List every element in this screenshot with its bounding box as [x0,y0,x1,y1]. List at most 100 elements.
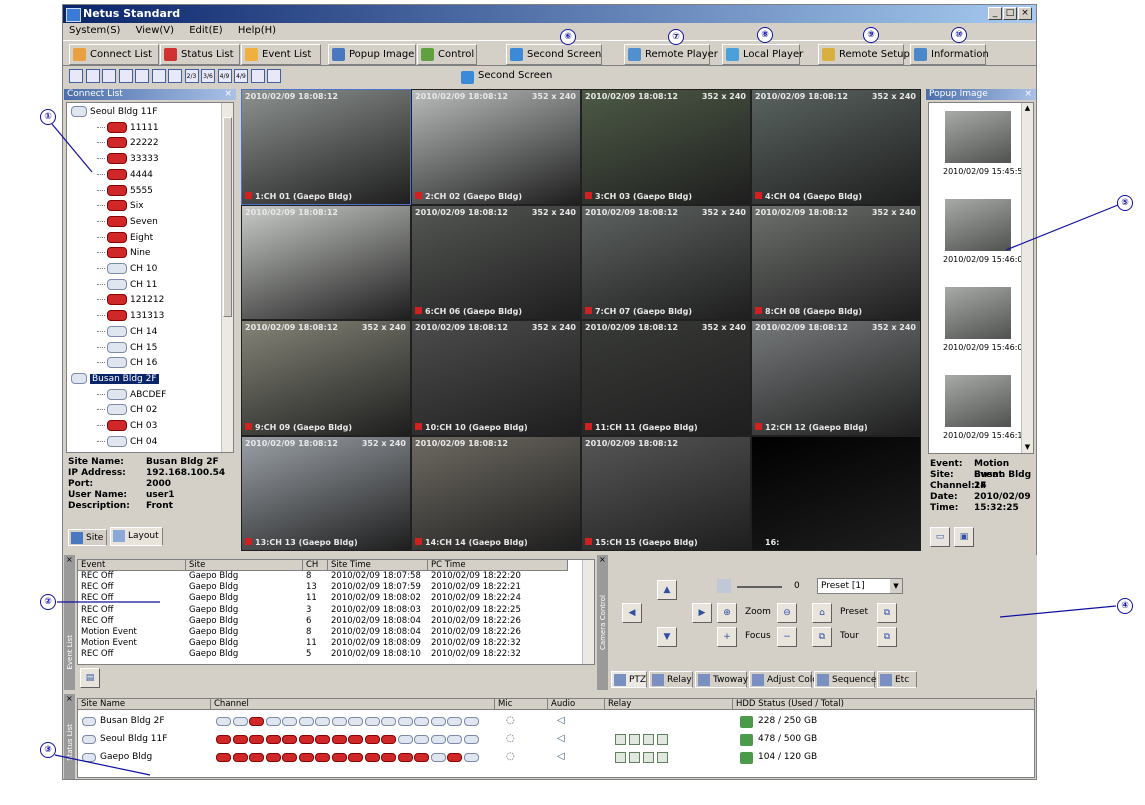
video-cell-11[interactable]: 2010/02/09 18:08:12 352 x 240 11:CH 11 (Ga… [581,320,751,436]
status-table[interactable]: Site Name Channel Mic Audio Relay HDD Status … [77,698,1035,778]
video-cell-15[interactable]: 2010/02/09 18:08:12 15:CH 15 (Gaepo Bldg) [581,435,751,551]
ptz-camera-icon[interactable] [381,753,396,762]
menu-view[interactable]: View(V) [130,23,180,38]
focus-far-button[interactable]: − [777,627,797,647]
video-cell-12[interactable]: 2010/02/09 18:08:12 352 x 240 12:CH 12 (Ga… [751,320,921,436]
ptz-camera-icon[interactable] [348,753,363,762]
camera-icon[interactable] [430,735,446,744]
site-node[interactable]: Busan Bldg 2F [71,372,159,387]
control-button[interactable]: Control [417,44,477,65]
status-header-4[interactable]: Audio [548,699,605,710]
layout-button-12[interactable] [250,69,265,83]
camera-icon[interactable] [364,717,380,726]
ptz-camera-icon[interactable] [414,753,429,762]
layout-button-5[interactable] [135,69,149,83]
site-node[interactable]: Seoul Bldg 11F [71,105,157,120]
channel-node[interactable]: CH 14 [97,325,157,340]
layout-button-3[interactable] [102,69,116,83]
camera-icon[interactable] [298,717,314,726]
camera-control-handle[interactable]: × Camera Control [597,555,608,690]
speaker-icon[interactable]: ◁ [557,715,565,726]
channel-node[interactable]: 121212 [97,293,164,308]
camera-icon[interactable] [430,753,446,762]
camera-icon[interactable] [282,717,297,726]
ptz-camera-icon[interactable] [315,753,330,762]
status-row[interactable]: Seoul Bldg 11F ◌ ◁ 478 / 500 GB [78,732,1028,748]
popup-thumbnail[interactable] [945,375,1011,427]
speed-slider[interactable] [737,586,782,588]
ptz-down-button[interactable]: ▼ [657,627,677,647]
channel-node[interactable]: CH 03 [97,419,157,434]
layout-button-4[interactable] [118,69,133,83]
preset-select[interactable]: Preset [1] ▼ [817,578,903,594]
ptz-camera-icon[interactable] [265,735,281,744]
layout-button-8[interactable]: 2/3 [184,69,199,83]
layout-button-6[interactable] [151,69,166,83]
tab-layout[interactable]: Layout [110,527,163,546]
ptz-camera-icon[interactable] [216,753,231,762]
relay-icon[interactable] [615,752,626,763]
relay-icon[interactable] [615,734,626,745]
scroll-down-icon[interactable]: ▼ [1023,443,1032,452]
camera-icon[interactable] [397,717,413,726]
status-header-5[interactable]: Relay [605,699,733,710]
tab-ptz[interactable]: PTZ [611,671,647,688]
relay-icon[interactable] [629,752,640,763]
camera-icon[interactable] [447,717,462,726]
relay-icon[interactable] [657,734,668,745]
ptz-camera-icon[interactable] [249,753,264,762]
ptz-camera-icon[interactable] [232,735,248,744]
ptz-camera-icon[interactable] [249,717,264,726]
event-table[interactable]: Event Site CH Site Time PC Time REC Off Gaepo… [77,559,595,665]
camera-icon[interactable] [381,717,396,726]
ptz-camera-icon[interactable] [348,735,363,744]
tour-set-button[interactable]: ⧉ [877,627,897,647]
ptz-camera-icon[interactable] [282,735,297,744]
ptz-camera-icon[interactable] [331,753,347,762]
ptz-camera-icon[interactable] [331,735,347,744]
second-screen-bar-button[interactable]: Second Screen [458,68,552,86]
tab-site[interactable]: Site [68,529,108,546]
video-cell-3[interactable]: 2010/02/09 18:08:12 352 x 240 3:CH 03 (Gae… [581,89,751,205]
ptz-camera-icon[interactable] [447,753,462,762]
tree-scrollbar[interactable] [221,103,233,452]
tab-twoway[interactable]: Twoway [695,671,748,688]
tab-sequence[interactable]: Sequence [814,671,876,688]
close-icon[interactable]: × [66,555,73,564]
channel-node[interactable]: 5555 [97,184,153,199]
event-header-5[interactable]: PC Time [428,560,568,571]
second-screen-button[interactable]: Second Screen [506,44,602,65]
popup-thumbnail[interactable] [945,287,1011,339]
video-cell-1[interactable]: 2010/02/09 18:08:12 1:CH 01 (Gaepo Bldg) [241,89,411,205]
ptz-right-button[interactable]: ▶ [692,603,712,623]
tab-etc[interactable]: Etc [877,671,917,688]
event-export-button[interactable]: ▤ [80,668,100,688]
local-player-button[interactable]: Local Player [722,44,803,65]
zoom-out-button[interactable]: ⊖ [777,603,797,623]
layout-button-13[interactable] [267,69,281,83]
camera-icon[interactable] [430,717,446,726]
layout-button-7[interactable] [168,69,182,83]
channel-node[interactable]: Six [97,199,144,214]
video-cell-16[interactable]: 16: [751,435,921,551]
ptz-camera-icon[interactable] [282,753,297,762]
channel-node[interactable]: 131313 [97,309,164,324]
information-button[interactable]: Information [910,44,989,65]
preset-go-button[interactable]: ⌂ [812,603,832,623]
video-cell-8[interactable]: 2010/02/09 18:08:12 352 x 240 8:CH 08 (Gae… [751,204,921,320]
ptz-camera-icon[interactable] [298,753,314,762]
ptz-camera-icon[interactable] [315,735,330,744]
ptz-left-button[interactable]: ◀ [622,603,642,623]
camera-icon[interactable] [265,717,281,726]
channel-node[interactable]: Nine [97,246,150,261]
camera-icon[interactable] [447,735,462,744]
ptz-camera-icon[interactable] [397,753,413,762]
ptz-camera-icon[interactable] [381,735,396,744]
close-icon[interactable]: × [599,555,606,564]
event-list-button[interactable]: Event List [241,44,321,65]
ptz-up-button[interactable]: ▲ [657,580,677,600]
video-cell-7[interactable]: 2010/02/09 18:08:12 352 x 240 7:CH 07 (Gae… [581,204,751,320]
scroll-thumb[interactable] [223,117,232,317]
camera-icon[interactable] [315,717,330,726]
video-cell-14[interactable]: 2010/02/09 18:08:12 14:CH 14 (Gaepo Bldg) [411,435,581,551]
